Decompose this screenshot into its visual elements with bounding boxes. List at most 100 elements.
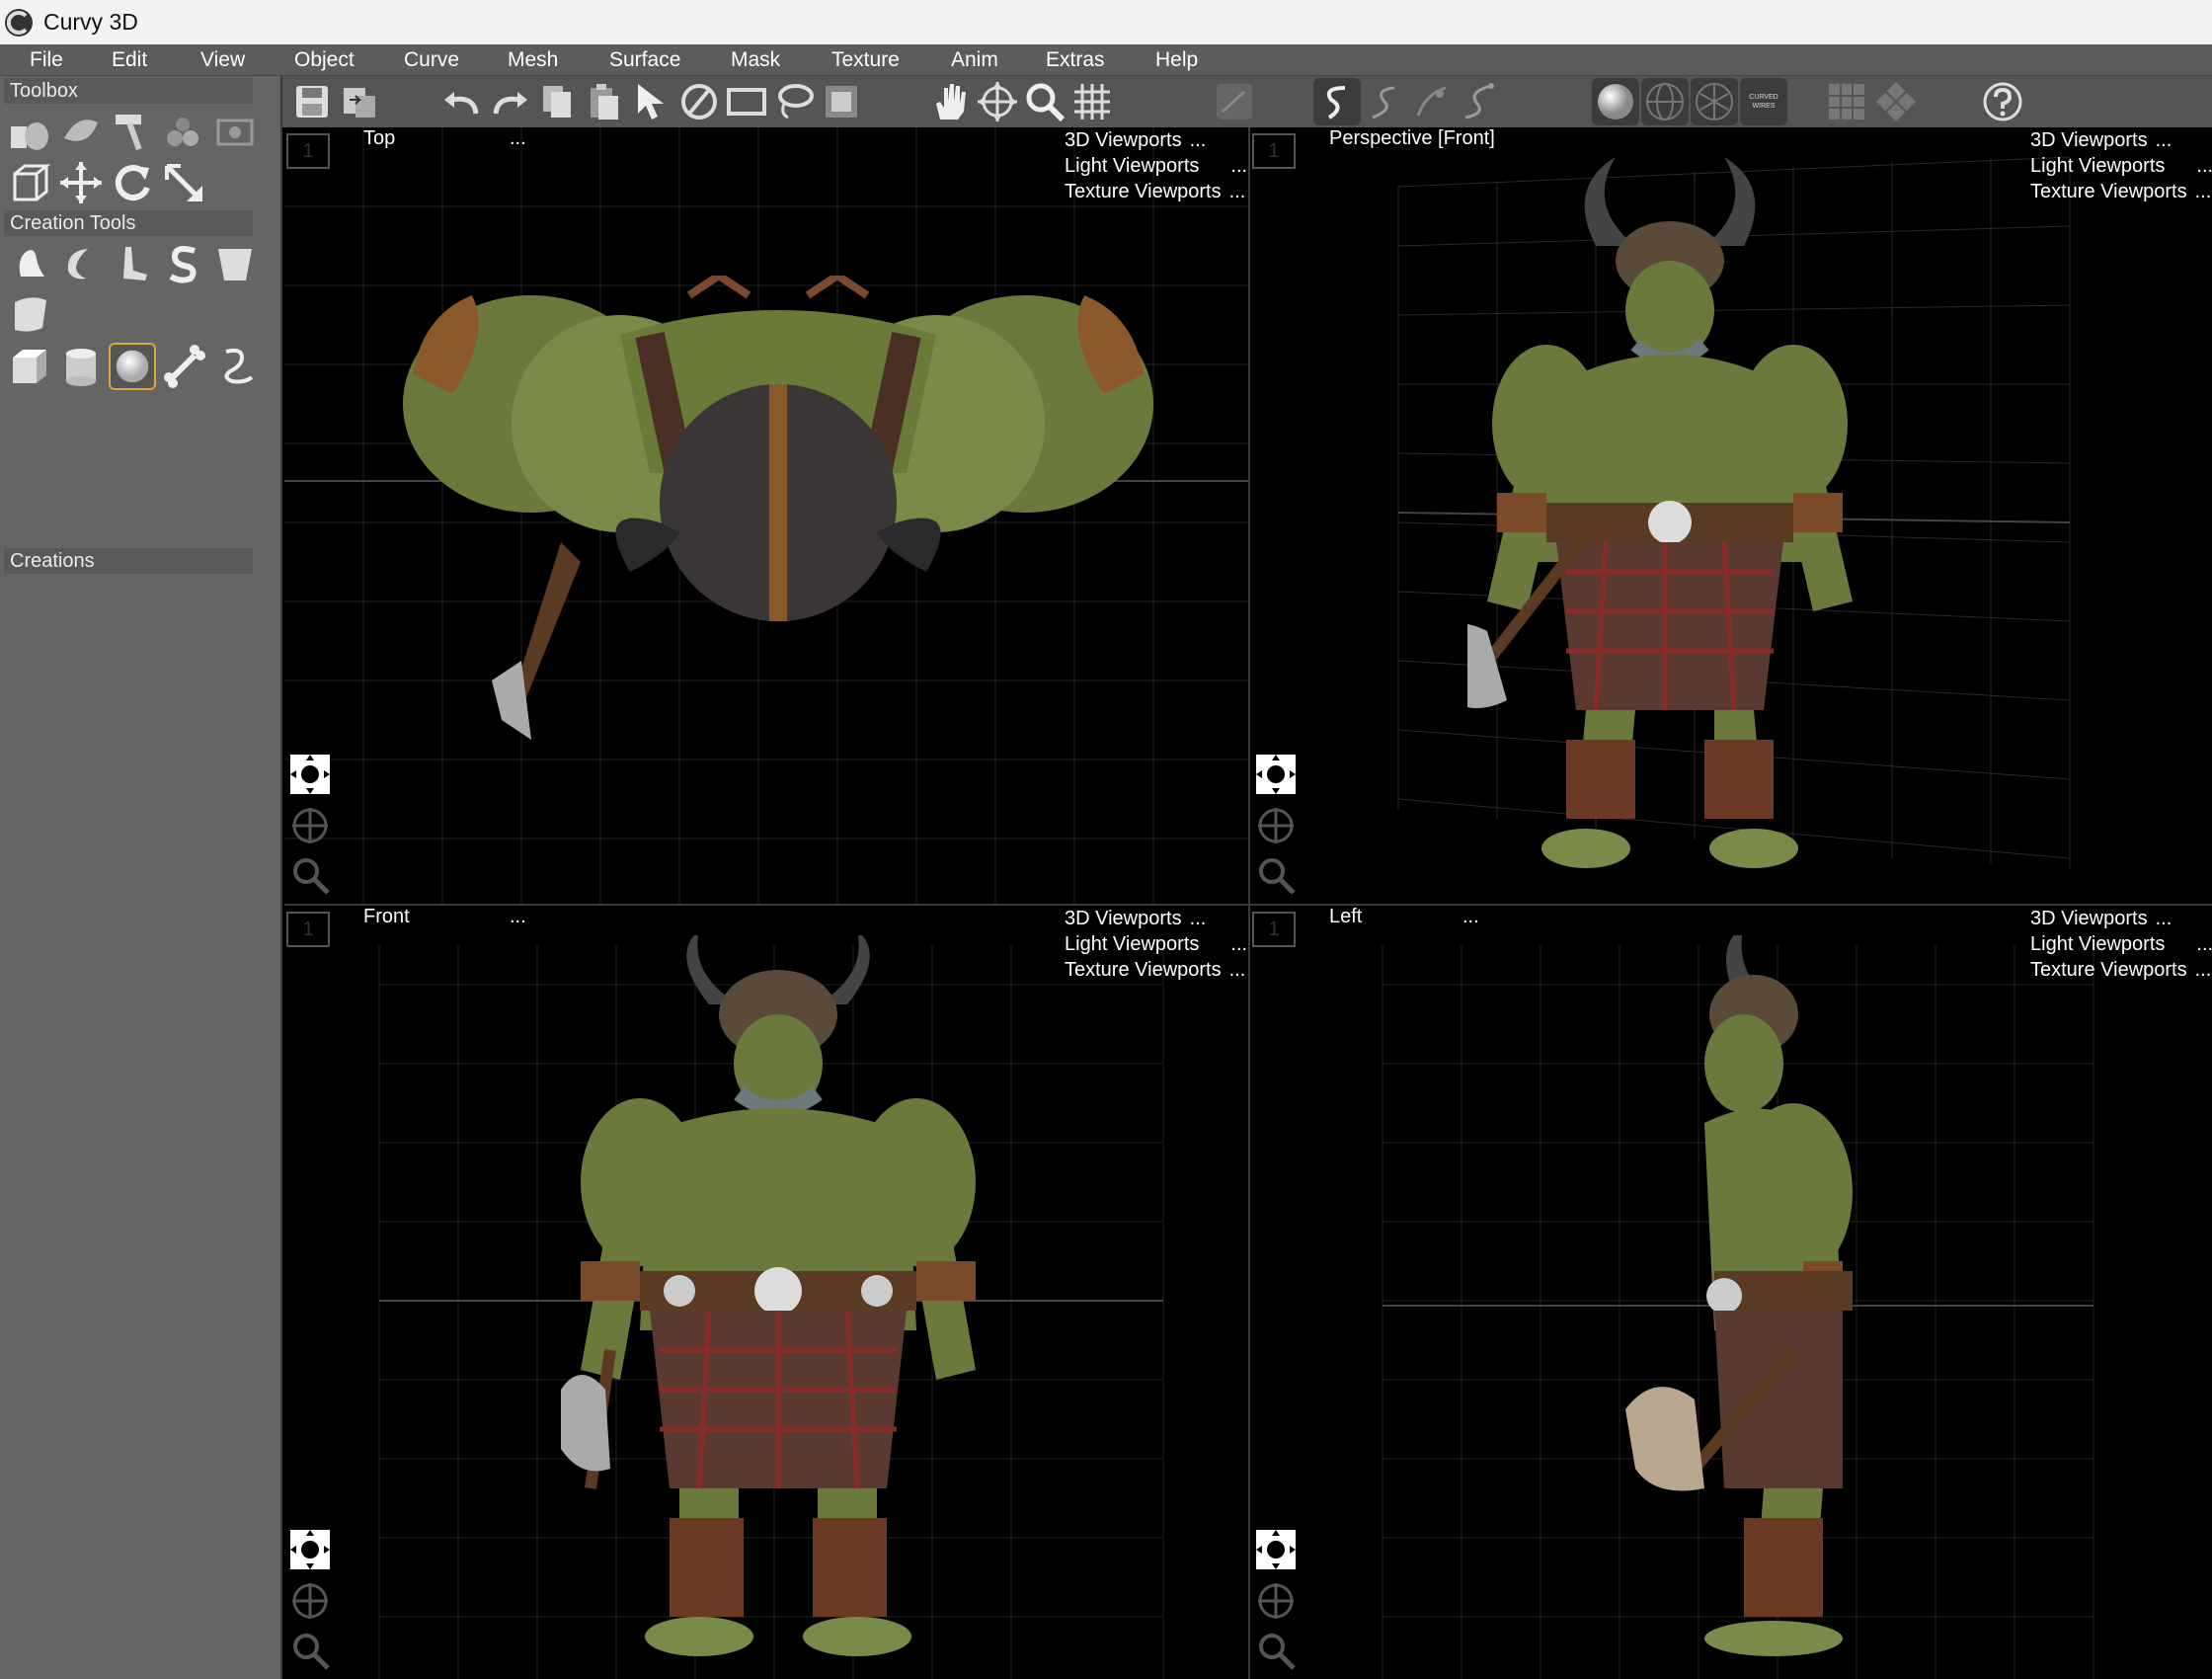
menu-texture-viewports[interactable]: Texture Viewports... xyxy=(2030,179,2212,204)
tool-particles-button[interactable] xyxy=(160,108,207,155)
tool-hammer-button[interactable] xyxy=(109,108,156,155)
tool-rotate-button[interactable] xyxy=(109,159,156,206)
menu-texture[interactable]: Texture xyxy=(831,44,900,76)
menu-help[interactable]: Help xyxy=(1155,44,1198,76)
create-sheet-button[interactable] xyxy=(6,291,53,339)
menu-texture-viewports[interactable]: Texture Viewports... xyxy=(1065,179,1248,204)
orbit-icon[interactable] xyxy=(288,753,332,796)
pan-view-icon[interactable] xyxy=(1254,804,1298,847)
menu-mesh[interactable]: Mesh xyxy=(508,44,558,76)
tool-picture-button[interactable] xyxy=(211,108,259,155)
create-cube-button[interactable] xyxy=(6,343,53,390)
bone-icon xyxy=(164,345,205,388)
undo-button[interactable] xyxy=(438,78,486,125)
menu-3d-viewports[interactable]: 3D Viewports... xyxy=(1065,906,1248,931)
menu-object[interactable]: Object xyxy=(294,44,355,76)
tool-cube-view-button[interactable] xyxy=(6,159,53,206)
lasso-select-button[interactable] xyxy=(770,78,818,125)
zoom-view-icon[interactable] xyxy=(1254,853,1298,897)
create-tube-button[interactable] xyxy=(109,240,156,287)
create-blob-button[interactable] xyxy=(6,240,53,287)
paste-button[interactable] xyxy=(581,78,628,125)
menu-view[interactable]: View xyxy=(200,44,245,76)
wire-view-button[interactable] xyxy=(1641,78,1689,125)
viewport-top[interactable]: 1 Top ... 3D Viewports... Light Viewport… xyxy=(284,127,1248,904)
viewport-number-badge[interactable]: 1 xyxy=(1252,133,1296,169)
tool-objects-button[interactable] xyxy=(6,108,53,155)
viewport-options-ellipsis[interactable]: ... xyxy=(1462,906,1479,928)
menu-light-viewports[interactable]: Light Viewports... xyxy=(2030,153,2212,179)
create-sphere-button[interactable] xyxy=(109,343,156,390)
create-hook-button[interactable] xyxy=(211,343,259,390)
viewport-divider-horizontal[interactable] xyxy=(284,904,2212,906)
menu-edit[interactable]: Edit xyxy=(112,44,147,76)
pan-view-icon[interactable] xyxy=(288,1579,332,1623)
mesh-view-button[interactable] xyxy=(1691,78,1738,125)
grid-toggle-button[interactable] xyxy=(1068,78,1116,125)
select-button[interactable] xyxy=(628,78,675,125)
copy-button[interactable] xyxy=(533,78,581,125)
deselect-button[interactable] xyxy=(675,78,723,125)
viewport-number-badge[interactable]: 1 xyxy=(286,912,330,947)
viewport-options-ellipsis[interactable]: ... xyxy=(510,127,526,150)
menu-curve[interactable]: Curve xyxy=(404,44,459,76)
menu-texture-viewports[interactable]: Texture Viewports... xyxy=(1065,957,1248,983)
create-horn-button[interactable] xyxy=(57,240,105,287)
orbit-icon[interactable] xyxy=(288,1528,332,1571)
curve-smooth-button[interactable] xyxy=(1456,78,1503,125)
create-bone-button[interactable] xyxy=(160,343,207,390)
tool-move-button[interactable] xyxy=(57,159,105,206)
export-button[interactable] xyxy=(336,78,383,125)
mask-select-button[interactable] xyxy=(818,78,865,125)
create-cup-button[interactable] xyxy=(211,240,259,287)
menu-light-viewports[interactable]: Light Viewports... xyxy=(1065,931,1248,957)
menu-file[interactable]: File xyxy=(30,44,63,76)
menu-extras[interactable]: Extras xyxy=(1046,44,1105,76)
menu-light-viewports[interactable]: Light Viewports... xyxy=(2030,931,2212,957)
view-diamond-button[interactable] xyxy=(1872,78,1920,125)
view-grid-button[interactable] xyxy=(1823,78,1870,125)
menu-3d-viewports[interactable]: 3D Viewports... xyxy=(2030,906,2212,931)
tool-deform-button[interactable] xyxy=(57,108,105,155)
curved-wires-button[interactable]: CURVED WIRES xyxy=(1740,78,1787,125)
menu-3d-viewports[interactable]: 3D Viewports... xyxy=(2030,127,2212,153)
pan-view-icon[interactable] xyxy=(1254,1579,1298,1623)
zoom-view-icon[interactable] xyxy=(288,1629,332,1672)
pan-button[interactable] xyxy=(926,78,974,125)
orbit-icon[interactable] xyxy=(1254,753,1298,796)
tool-scale-button[interactable] xyxy=(160,159,207,206)
zoom-view-icon[interactable] xyxy=(1254,1629,1298,1672)
draw-tool-button[interactable] xyxy=(1211,78,1258,125)
move-view-button[interactable] xyxy=(974,78,1021,125)
menu-mask[interactable]: Mask xyxy=(731,44,780,76)
shaded-view-button[interactable] xyxy=(1592,78,1639,125)
save-button[interactable] xyxy=(288,78,336,125)
curve-tool-button[interactable] xyxy=(1313,78,1361,125)
help-button[interactable] xyxy=(1979,78,2026,125)
zoom-view-icon[interactable] xyxy=(288,853,332,897)
zoom-button[interactable] xyxy=(1021,78,1068,125)
curve-point-button[interactable] xyxy=(1408,78,1456,125)
rect-select-button[interactable] xyxy=(723,78,770,125)
creation-tools-header[interactable]: Creation Tools xyxy=(4,210,253,236)
create-spiral-button[interactable] xyxy=(160,240,207,287)
pan-view-icon[interactable] xyxy=(288,804,332,847)
sphere-icon xyxy=(116,350,149,383)
creations-header[interactable]: Creations xyxy=(4,548,253,574)
menu-3d-viewports[interactable]: 3D Viewports... xyxy=(1065,127,1248,153)
viewport-perspective[interactable]: 1 Perspective [Front] 3D Viewports... Li… xyxy=(1250,127,2212,904)
viewport-number-badge[interactable]: 1 xyxy=(286,133,330,169)
viewport-options-ellipsis[interactable]: ... xyxy=(510,906,526,928)
redo-button[interactable] xyxy=(486,78,533,125)
menu-surface[interactable]: Surface xyxy=(609,44,680,76)
menu-anim[interactable]: Anim xyxy=(951,44,998,76)
menu-light-viewports[interactable]: Light Viewports... xyxy=(1065,153,1248,179)
curve-edit-button[interactable] xyxy=(1361,78,1408,125)
orbit-icon[interactable] xyxy=(1254,1528,1298,1571)
viewport-number-badge[interactable]: 1 xyxy=(1252,912,1296,947)
viewport-front[interactable]: 1 Front ... 3D Viewports... Light Viewpo… xyxy=(284,906,1248,1679)
viewport-left[interactable]: 1 Left ... 3D Viewports... Light Viewpor… xyxy=(1250,906,2212,1679)
menu-texture-viewports[interactable]: Texture Viewports... xyxy=(2030,957,2212,983)
create-cylinder-button[interactable] xyxy=(57,343,105,390)
toolbox-header[interactable]: Toolbox xyxy=(4,78,253,104)
